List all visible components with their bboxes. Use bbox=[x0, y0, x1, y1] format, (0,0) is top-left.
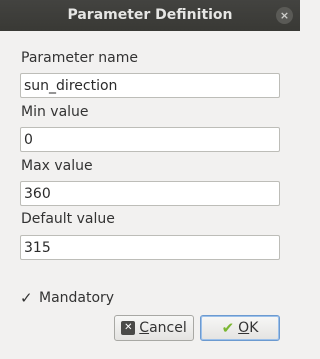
mandatory-label: Mandatory bbox=[39, 290, 115, 306]
ok-label: OK bbox=[238, 320, 259, 336]
cancel-button[interactable]: ✕ Cancel bbox=[114, 315, 194, 341]
min-value-field[interactable] bbox=[20, 127, 280, 152]
parameter-name-field[interactable] bbox=[20, 73, 280, 98]
close-icon[interactable]: × bbox=[276, 7, 293, 24]
cancel-icon: ✕ bbox=[121, 321, 136, 335]
title-bar: Parameter Definition × bbox=[0, 0, 300, 31]
default-value-field[interactable] bbox=[20, 235, 280, 260]
max-value-label: Max value bbox=[21, 158, 93, 174]
max-value-field[interactable] bbox=[20, 181, 280, 206]
ok-button[interactable]: ✔ OK bbox=[200, 315, 280, 341]
mandatory-row[interactable]: ✓ Mandatory bbox=[20, 289, 114, 307]
cancel-label: Cancel bbox=[139, 320, 187, 336]
default-value-label: Default value bbox=[21, 211, 115, 227]
mandatory-checkbox[interactable]: ✓ bbox=[20, 290, 33, 305]
parameter-name-label: Parameter name bbox=[21, 50, 138, 66]
checkmark-icon: ✔ bbox=[221, 319, 235, 337]
min-value-label: Min value bbox=[21, 104, 89, 120]
window-title: Parameter Definition bbox=[67, 7, 233, 23]
